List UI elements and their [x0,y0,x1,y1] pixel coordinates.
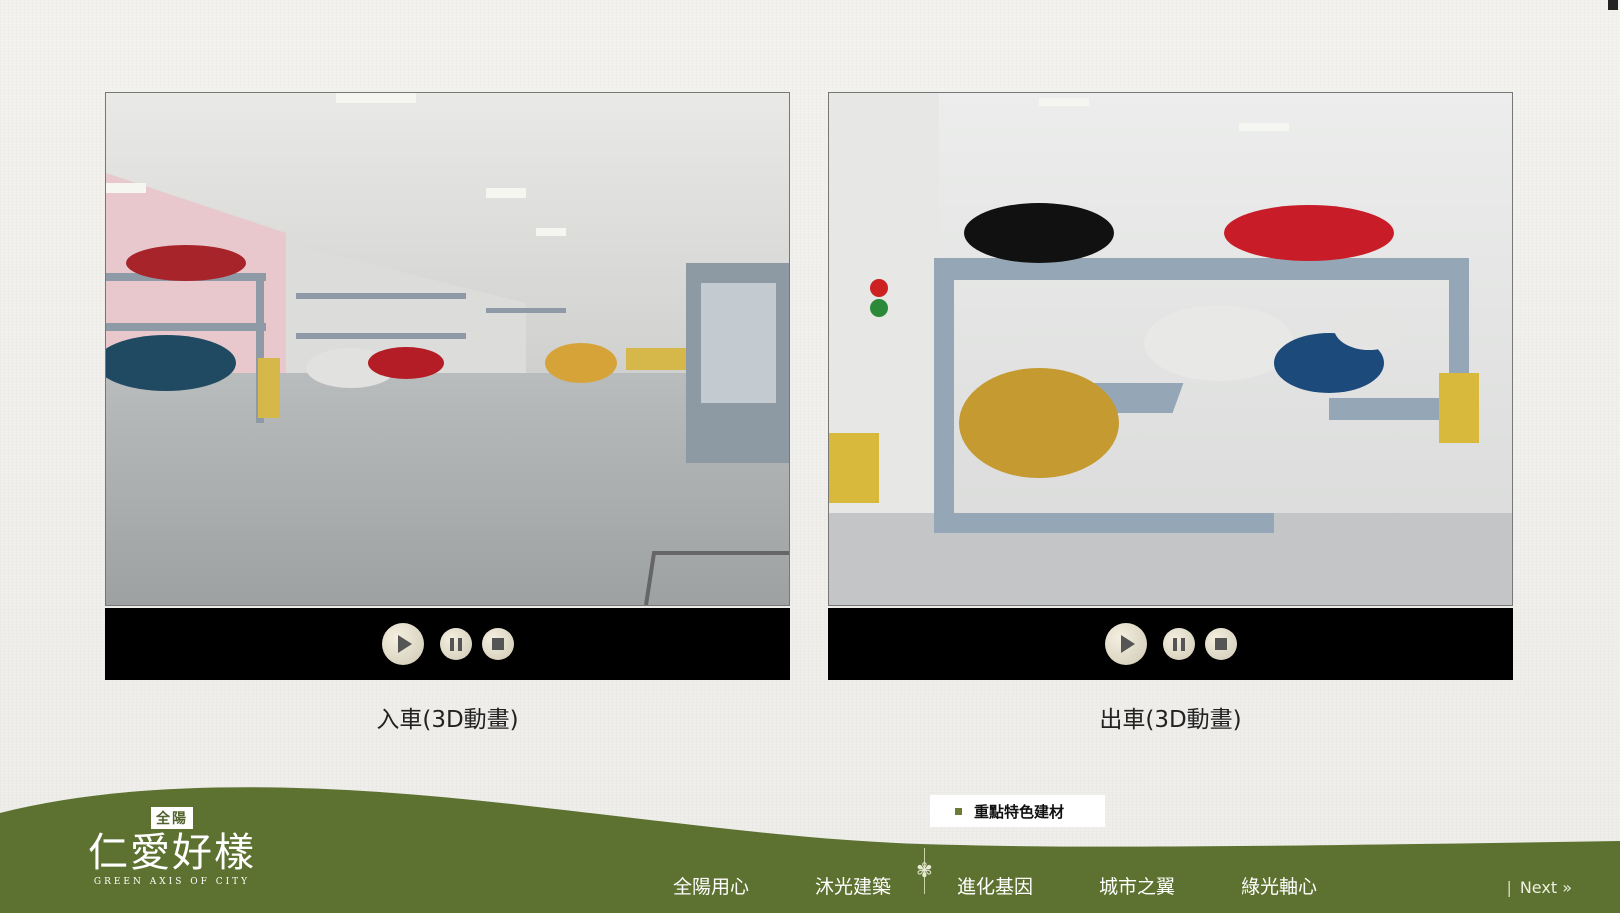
feature-tab[interactable]: 重點特色建材 [930,795,1105,827]
back-button[interactable]: « Back [1445,878,1499,897]
stop-icon [491,638,504,650]
video-caption-enter: 入車(3D動畫) [376,707,519,733]
stop-button[interactable] [1204,628,1237,660]
main-nav: 全陽用心 沐光建築 ✾ 進化基因 城市之翼 綠光軸心 [640,848,1350,899]
nav-item-2[interactable]: 沐光建築 [782,872,924,899]
next-button[interactable]: Next » [1520,878,1572,897]
play-button[interactable] [381,623,424,665]
video-frame-enter[interactable] [105,92,790,606]
video-caption-exit: 出車(3D動畫) [1099,707,1242,733]
nav-item-3-label: 進化基因 [956,876,1033,898]
stop-icon [1214,638,1227,650]
brand-tag: 全陽 [151,807,193,829]
brand-name: 仁愛好樣 [88,830,256,876]
play-button[interactable] [1104,623,1147,665]
double-chevron-right-icon: » [1562,878,1572,897]
back-label: Back [1459,878,1499,897]
play-icon [397,635,412,653]
pager: « Back | Next » [1445,878,1572,897]
brand-subtitle: GREEN AXIS OF CITY [93,877,251,887]
square-bullet-icon [955,807,962,815]
pause-icon [1172,637,1185,651]
nav-item-1[interactable]: 全陽用心 [640,872,782,899]
pager-separator: | [1506,878,1512,897]
video-frame-exit[interactable] [828,92,1513,606]
footer-bar: 全陽 仁愛好樣 GREEN AXIS OF CITY 重點特色建材 全陽用心 沐… [0,783,1620,913]
parking-garage-scene-exit [829,93,1512,605]
parking-garage-scene-enter [106,93,789,605]
pause-button[interactable] [439,628,472,660]
nav-item-5[interactable]: 綠光軸心 [1208,872,1350,899]
nav-item-3-active[interactable]: ✾ 進化基因 [916,848,1066,899]
double-chevron-left-icon: « [1444,878,1455,897]
brand-logo[interactable]: 全陽 仁愛好樣 GREEN AXIS OF CITY [88,807,256,887]
video-player-exit: 出車(3D動畫) [828,92,1513,734]
nav-item-4[interactable]: 城市之翼 [1066,872,1208,899]
pause-icon [449,637,462,651]
pause-button[interactable] [1162,628,1195,660]
play-icon [1120,635,1135,653]
feature-label: 重點特色建材 [974,802,1065,821]
video-controls-enter [105,608,790,680]
stop-button[interactable] [481,628,514,660]
window-corner-mark [1608,0,1618,10]
next-label: Next [1519,878,1558,897]
video-controls-exit [828,608,1513,680]
video-player-enter: 入車(3D動畫) [105,92,790,734]
sprout-icon: ✾ [916,858,933,882]
